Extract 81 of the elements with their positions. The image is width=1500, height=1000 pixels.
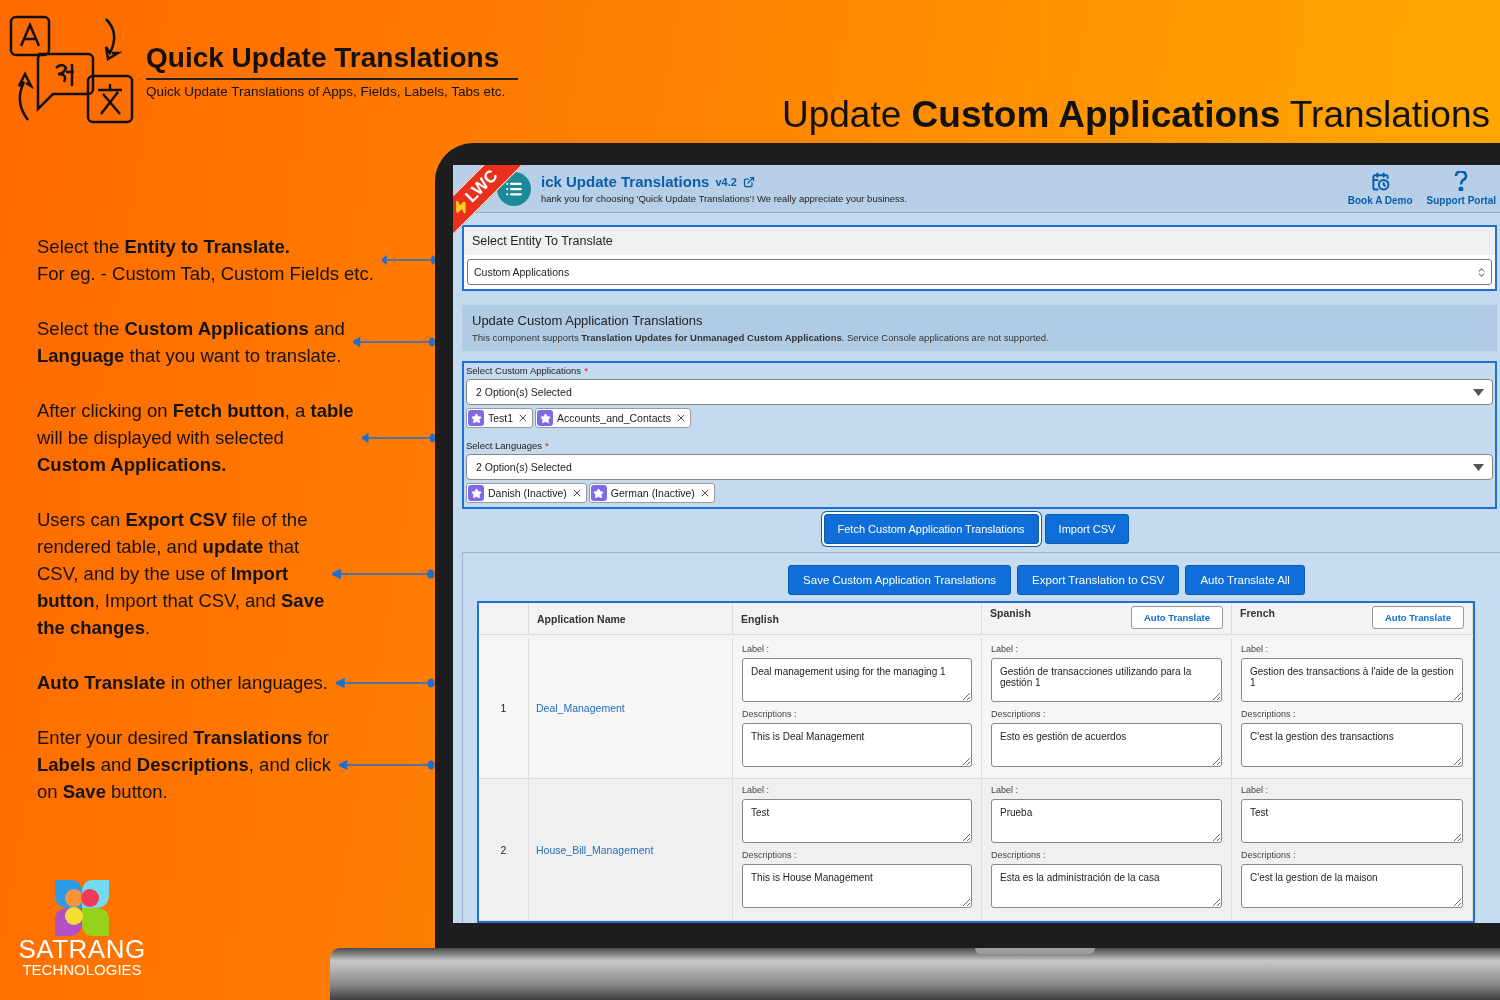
card-heading: Select Entity To Translate xyxy=(464,227,1495,255)
multi-select[interactable]: 2 Option(s) Selected xyxy=(466,379,1493,405)
field-caption: Label : xyxy=(1241,643,1270,654)
field-caption: Label : xyxy=(742,785,771,796)
selected-pill[interactable]: Danish (Inactive) xyxy=(466,483,587,503)
label-text-area[interactable]: Test xyxy=(742,799,972,844)
brand-subtitle: Quick Update Translations of Apps, Fields, Labels, Tabs etc. xyxy=(146,83,507,99)
label-text-area[interactable]: Deal management using for the managing 1 xyxy=(742,657,972,702)
info-title: Update Custom Application Translations xyxy=(472,313,704,328)
callout-text: Auto Translate in other languages. xyxy=(37,671,328,695)
table-action-button[interactable]: Export Translation to CSV xyxy=(1017,565,1180,595)
multi-select[interactable]: 2 Option(s) Selected xyxy=(466,454,1493,480)
flower-logo-icon xyxy=(55,880,109,936)
label-text-area[interactable]: Gestion des transactions à l'aide de la gestion 1 xyxy=(1241,657,1463,702)
column-title: Application Name xyxy=(537,612,626,625)
leader-line xyxy=(381,254,435,266)
column-title: French xyxy=(1240,607,1275,619)
selected-pill[interactable]: Test1 xyxy=(466,408,534,428)
header-link[interactable]: Book A Demo xyxy=(1347,171,1413,206)
star-icon xyxy=(468,410,484,426)
external-link-icon[interactable] xyxy=(742,175,755,188)
description-text-area[interactable]: Esto es gestión de acuerdos xyxy=(991,722,1222,767)
label-text-area[interactable]: Gestión de transacciones utilizando para la gestión 1 xyxy=(991,657,1222,702)
field-caption: Descriptions : xyxy=(991,850,1047,861)
column-title: Spanish xyxy=(990,607,1031,619)
label-text-area[interactable]: Prueba xyxy=(991,799,1222,844)
auto-translate-button[interactable]: Auto Translate xyxy=(1131,606,1223,629)
star-icon xyxy=(537,410,554,426)
field-label: Select Languages xyxy=(466,440,543,451)
updown-caret-icon xyxy=(1476,266,1487,278)
entity-select[interactable]: Custom Applications xyxy=(467,259,1492,285)
callout-text: Users can Export CSV file of the rendered table, and update that CSV, and by the use of Import button, Import that CSV, and Save the changes. xyxy=(37,508,325,640)
required-mark: * xyxy=(545,440,549,451)
selected-pill[interactable]: German (Inactive) xyxy=(588,483,715,503)
action-button[interactable]: Fetch Custom Application Translations xyxy=(823,514,1039,544)
required-mark: * xyxy=(584,365,588,376)
description-text-area[interactable]: C'est la gestion de la maison xyxy=(1241,864,1463,909)
page-headline: Update Custom Applications Translations xyxy=(781,94,1490,136)
calendar-icon xyxy=(1370,171,1390,191)
info-text: This component supports Translation Updates for Unmanaged Custom Applications. Service Console applications are not supported. xyxy=(472,332,1050,343)
field-caption: Descriptions : xyxy=(1241,850,1297,861)
description-text-area[interactable]: Esta es la administración de la casa xyxy=(991,864,1222,909)
help-icon xyxy=(1454,171,1469,191)
row-number: 1 xyxy=(479,637,529,780)
brand-title: Quick Update Translations xyxy=(146,41,501,74)
app-title: ick Update Translations xyxy=(541,173,710,190)
dropdown-caret-icon xyxy=(1473,388,1484,396)
description-text-area[interactable]: C'est la gestion des transactions xyxy=(1241,722,1463,767)
company-tagline: TECHNOLOGIES xyxy=(22,962,142,978)
dropdown-caret-icon xyxy=(1473,463,1484,471)
table-action-button[interactable]: Save Custom Application Translations xyxy=(788,565,1012,595)
field-caption: Label : xyxy=(1241,785,1270,796)
table-action-button[interactable]: Auto Translate All xyxy=(1185,565,1305,595)
star-icon xyxy=(468,485,484,501)
app-subtitle: hank you for choosing 'Quick Update Translations'! We really appreciate your business. xyxy=(541,193,909,204)
field-caption: Descriptions : xyxy=(991,708,1047,719)
field-caption: Descriptions : xyxy=(742,850,798,861)
field-caption: Label : xyxy=(991,643,1020,654)
action-button[interactable]: Import CSV xyxy=(1044,514,1130,544)
selected-pill[interactable]: Accounts_and_Contacts xyxy=(535,408,691,428)
column-title: English xyxy=(741,612,779,625)
callout-text: Select the Entity to Translate. For eg. - Custom Tab, Custom Fields etc. xyxy=(37,235,374,286)
application-link[interactable]: House_Bill_Management xyxy=(536,843,654,856)
field-caption: Descriptions : xyxy=(1241,708,1297,719)
description-text-area[interactable]: This is House Management xyxy=(742,864,972,909)
field-caption: Label : xyxy=(742,643,771,654)
field-caption: Label : xyxy=(991,785,1020,796)
field-caption: Descriptions : xyxy=(742,708,798,719)
company-name: SATRANG xyxy=(18,936,146,962)
callout-text: After clicking on Fetch button, a table will be displayed with selected Custom Applications. xyxy=(37,399,354,477)
star-icon xyxy=(590,485,607,501)
auto-translate-button[interactable]: Auto Translate xyxy=(1372,606,1464,629)
field-label: Select Custom Applications xyxy=(466,365,582,376)
callout-text: Select the Custom Applications and Language that you want to translate. xyxy=(37,317,345,368)
row-number: 2 xyxy=(479,779,529,921)
label-text-area[interactable]: Test xyxy=(1241,799,1463,844)
description-text-area[interactable]: This is Deal Management xyxy=(742,722,972,767)
application-link[interactable]: Deal_Management xyxy=(536,702,625,714)
header-link[interactable]: Support Portal xyxy=(1426,171,1496,206)
callout-text: Enter your desired Translations for Labels and Descriptions, and click on Save button. xyxy=(37,726,332,804)
version-label: v4.2 xyxy=(715,175,737,188)
